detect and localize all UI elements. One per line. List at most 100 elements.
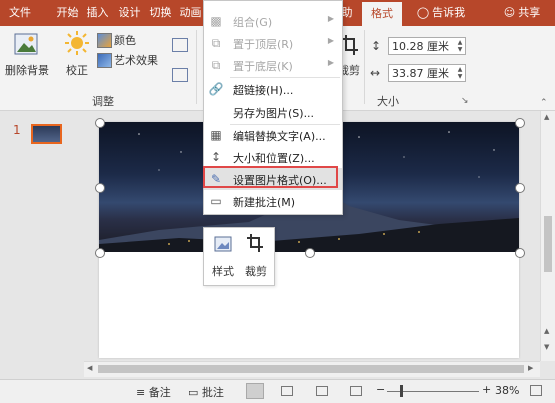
scroll-up-icon[interactable]: ▲ [544, 113, 549, 121]
status-bar: ≡ 备注 ▭ 批注 − + 38% [0, 379, 555, 403]
resize-handle[interactable] [305, 248, 315, 258]
scroll-left-icon[interactable]: ◀ [87, 364, 92, 372]
size-dialog-launcher-icon[interactable]: ↘ [461, 96, 469, 106]
alt-text-icon: ▦ [210, 128, 222, 142]
style-button[interactable]: 样式 [212, 263, 234, 279]
collapse-ribbon-icon[interactable]: ⌃ [540, 98, 548, 108]
zoom-in-icon[interactable]: + [482, 383, 491, 396]
tab-home[interactable]: 开始 [55, 0, 80, 26]
scroll-right-icon[interactable]: ▶ [528, 364, 533, 372]
tab-design[interactable]: 设计 [117, 0, 142, 26]
person-icon: ☺ [503, 6, 516, 19]
tab-format[interactable]: 格式 [362, 2, 402, 26]
group-icon: ▩ [210, 14, 222, 28]
artistic-effects-button[interactable]: 艺术效果 [114, 52, 158, 68]
resize-handle[interactable] [515, 183, 525, 193]
share-button[interactable]: ☺ 共享 [494, 0, 550, 26]
ribbon-separator [364, 30, 365, 104]
remove-background-button[interactable]: 删除背景 [5, 62, 49, 78]
hyperlink-icon: 🔗 [208, 82, 224, 96]
share-label: 共享 [518, 6, 541, 19]
notes-icon: ≡ [136, 386, 146, 399]
menu-item-label: 编辑替换文字(A)... [233, 130, 326, 143]
bring-to-front-icon: ⧉ [211, 36, 221, 50]
slide-thumbnail[interactable] [31, 124, 62, 144]
slide-thumbnail-pane [0, 111, 84, 380]
color-icon [97, 33, 112, 48]
submenu-arrow-icon: ▶ [327, 14, 334, 23]
menu-item-hyperlink[interactable]: 🔗 超链接(H)... [204, 78, 342, 100]
lightbulb-icon: ◯ [416, 6, 430, 19]
resize-handle[interactable] [515, 248, 525, 258]
height-value: 10.28 厘米 [392, 40, 449, 53]
menu-item-edit-alt-text[interactable]: ▦ 编辑替换文字(A)... [204, 124, 342, 146]
menu-item-label: 组合(G) [233, 16, 273, 29]
width-icon: ↔ [370, 66, 381, 80]
horizontal-scroll-thumb[interactable] [98, 365, 524, 373]
horizontal-scrollbar[interactable]: ◀ ▶ [84, 361, 540, 377]
menu-item-bring-to-front: ⧉ 置于顶层(R) ▶ [204, 32, 342, 54]
slide-number: 1 [13, 123, 21, 137]
menu-item-save-as-picture[interactable]: 另存为图片(S)... [204, 101, 342, 123]
tab-animations[interactable]: 动画 [178, 0, 203, 26]
fit-to-window-icon[interactable] [530, 385, 542, 396]
vertical-scrollbar[interactable]: ▲ ▲ ▼ [540, 111, 555, 361]
style-icon [214, 234, 234, 254]
ribbon-separator [196, 30, 197, 104]
artistic-effects-icon [97, 53, 112, 68]
crop-icon [342, 35, 358, 55]
resize-handle[interactable] [95, 248, 105, 258]
menu-item-label: 置于底层(K) [233, 60, 293, 73]
menu-item-label: 另存为图片(S)... [233, 107, 315, 120]
menu-item-new-comment[interactable]: ▭ 新建批注(M) [204, 190, 342, 212]
notes-button[interactable]: ≡ 备注 [136, 384, 171, 400]
tell-me-box[interactable]: ◯ 告诉我 [410, 0, 472, 26]
highlight-box [203, 166, 338, 188]
menu-item-label: 大小和位置(Z)... [233, 152, 315, 165]
crop-icon [247, 234, 263, 252]
height-icon: ↕ [371, 39, 382, 53]
next-slide-icon[interactable]: ▼ [544, 343, 549, 351]
submenu-arrow-icon: ▶ [327, 58, 334, 67]
menu-item-label: 超链接(H)... [233, 84, 294, 97]
height-spinner[interactable]: ▲ ▼ [456, 39, 464, 53]
tab-file[interactable]: 文件 [6, 0, 34, 26]
size-position-icon: ↕ [210, 150, 222, 164]
zoom-out-icon[interactable]: − [376, 383, 385, 396]
vertical-scroll-thumb[interactable] [544, 216, 552, 272]
menu-item-label: 置于顶层(R) [233, 38, 294, 51]
comment-icon: ▭ [188, 386, 199, 399]
new-comment-icon: ▭ [210, 194, 222, 208]
resize-handle[interactable] [95, 183, 105, 193]
slide-sorter-icon[interactable] [281, 386, 293, 396]
menu-item-send-to-back: ⧉ 置于底层(K) ▶ [204, 54, 342, 76]
slideshow-icon[interactable] [350, 386, 362, 396]
width-spinner[interactable]: ▲ ▼ [456, 66, 464, 80]
reading-view-icon[interactable] [316, 386, 328, 396]
width-field[interactable]: 33.87 厘米 ▲ ▼ [388, 64, 466, 82]
resize-handle[interactable] [515, 118, 525, 128]
submenu-arrow-icon: ▶ [327, 36, 334, 45]
reset-picture-icon[interactable] [172, 68, 188, 82]
corrections-icon [64, 30, 90, 56]
group-size-label: 大小 [377, 95, 399, 108]
menu-item-label: 新建批注(M) [233, 196, 296, 209]
crop-mini-button[interactable]: 裁剪 [245, 263, 267, 279]
tab-insert[interactable]: 插入 [85, 0, 110, 26]
tab-transitions[interactable]: 切换 [148, 0, 173, 26]
normal-view-icon[interactable] [246, 383, 264, 399]
corrections-button[interactable]: 校正 [66, 62, 88, 78]
color-button[interactable]: 颜色 [114, 32, 136, 48]
comments-button[interactable]: ▭ 批注 [188, 384, 224, 400]
comments-label: 批注 [201, 386, 224, 399]
tell-me-label: 告诉我 [432, 6, 466, 19]
compress-pictures-icon[interactable] [172, 38, 188, 52]
menu-item-size-and-position[interactable]: ↕ 大小和位置(Z)... [204, 146, 342, 168]
zoom-level[interactable]: 38% [495, 384, 519, 397]
send-to-back-icon: ⧉ [211, 58, 221, 72]
zoom-slider-handle[interactable] [400, 385, 403, 397]
menu-item-group: ▩ 组合(G) ▶ [204, 10, 342, 32]
height-field[interactable]: 10.28 厘米 ▲ ▼ [388, 37, 466, 55]
resize-handle[interactable] [95, 118, 105, 128]
previous-slide-icon[interactable]: ▲ [544, 327, 549, 335]
